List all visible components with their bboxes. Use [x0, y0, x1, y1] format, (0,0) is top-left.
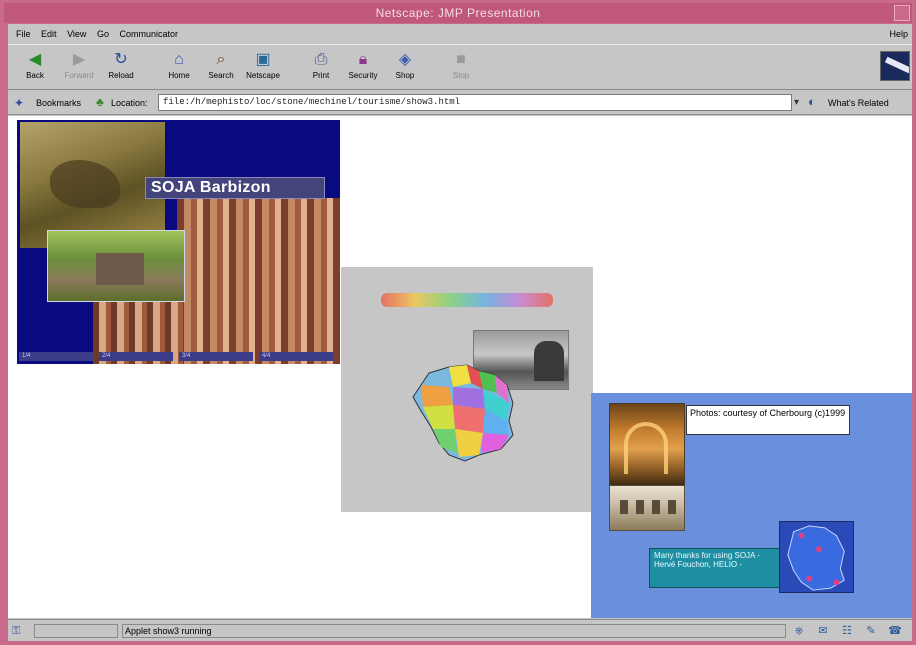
browser-window: Netscape: JMP Presentation File Edit Vie…	[0, 0, 916, 645]
slide-thumbnails: 1/4 2/4 3/4 4/4	[17, 352, 340, 364]
forward-label: Forward	[64, 71, 94, 80]
status-bar: ⚿ Applet show3 running ⎈ ✉ ☷ ✎ ☎	[8, 619, 912, 641]
slide-cherbourg: Photos: courtesy of Cherbourg (c)1999 Ma…	[591, 393, 912, 618]
search-label: Search	[208, 71, 234, 80]
reload-button[interactable]: ↻ Reload	[98, 49, 144, 80]
thumbnail-1[interactable]: 1/4	[19, 352, 93, 361]
location-page-icon[interactable]: ♣	[96, 95, 104, 109]
colorful-header-graphic	[381, 293, 553, 307]
conference-icon[interactable]: ☎	[886, 623, 904, 639]
menu-view[interactable]: View	[67, 24, 86, 44]
netscape-button[interactable]: ▣ Netscape	[240, 49, 286, 80]
stop-button[interactable]: ■ Stop	[438, 49, 484, 80]
print-button[interactable]: ⎙ Print	[298, 49, 344, 80]
back-arrow-icon: ◀	[28, 51, 42, 68]
progress-bar	[34, 624, 118, 638]
window-titlebar[interactable]: Netscape: JMP Presentation	[4, 3, 912, 23]
shop-bag-icon: ◈	[398, 51, 412, 68]
search-icon: ⌕	[216, 51, 226, 68]
shop-label: Shop	[395, 71, 415, 80]
stop-icon: ■	[456, 51, 466, 68]
whats-related-button[interactable]: What's Related	[828, 97, 889, 109]
menu-edit[interactable]: Edit	[41, 24, 57, 44]
location-toolbar: ✦ Bookmarks ♣ Location: file:/h/mephisto…	[8, 91, 912, 115]
slide-title: SOJA Barbizon	[151, 179, 271, 196]
stop-label: Stop	[452, 71, 470, 80]
slide-france-map	[341, 267, 593, 512]
menubar: File Edit View Go Communicator Help	[8, 24, 912, 44]
netscape-throbber-icon[interactable]	[880, 51, 910, 81]
whats-related-icon[interactable]: ◐	[808, 93, 826, 111]
village-house-image	[47, 230, 185, 302]
thumbnail-2[interactable]: 2/4	[99, 352, 173, 361]
navigation-toolbar: ◀ Back ▶ Forward ↻ Reload ⌂ Home ⌕ Searc…	[8, 44, 912, 90]
menu-go[interactable]: Go	[97, 24, 109, 44]
menu-file[interactable]: File	[16, 24, 31, 44]
url-input[interactable]: file:/h/mephisto/loc/stone/mechinel/tour…	[158, 94, 792, 111]
security-label: Security	[348, 71, 378, 80]
home-label: Home	[168, 71, 190, 80]
security-lock-icon: 🔒︎	[358, 51, 368, 68]
netscape-icon: ▣	[255, 51, 271, 68]
thumbnail-4[interactable]: 4/4	[259, 352, 333, 361]
page-content: SOJA Barbizon 1/4 2/4 3/4 4/4 Photos: co…	[8, 116, 912, 618]
security-button[interactable]: 🔒︎ Security	[340, 49, 386, 80]
status-text: Applet show3 running	[122, 624, 786, 638]
netscape-label: Netscape	[246, 71, 280, 80]
menu-help[interactable]: Help	[889, 24, 908, 44]
reload-icon: ↻	[114, 51, 128, 68]
menu-communicator[interactable]: Communicator	[119, 24, 178, 44]
home-icon: ⌂	[174, 51, 184, 68]
forward-button[interactable]: ▶ Forward	[56, 49, 102, 80]
france-regions-map[interactable]	[409, 363, 529, 463]
building-photo	[609, 485, 685, 531]
security-status-icon[interactable]: ⚿	[12, 624, 28, 638]
discussions-icon[interactable]: ☷	[838, 623, 856, 639]
france-cities-map[interactable]	[779, 521, 854, 593]
slide-barbizon: SOJA Barbizon 1/4 2/4 3/4 4/4	[17, 120, 340, 364]
thanks-message: Many thanks for using SOJA - Hervé Fouch…	[649, 548, 783, 588]
arcade-photo	[609, 403, 685, 487]
shop-button[interactable]: ◈ Shop	[382, 49, 428, 80]
mail-icon[interactable]: ✉	[814, 623, 832, 639]
reload-label: Reload	[108, 71, 134, 80]
forward-arrow-icon: ▶	[72, 51, 86, 68]
bookmarks-icon[interactable]: ✦	[14, 96, 32, 110]
composer-icon[interactable]: ✎	[862, 623, 880, 639]
bookmarks-button[interactable]: Bookmarks	[36, 97, 81, 109]
window-close-button[interactable]	[894, 5, 910, 21]
browser-frame: File Edit View Go Communicator Help ◀ Ba…	[8, 24, 912, 641]
component-bar: ⎈ ✉ ☷ ✎ ☎	[788, 623, 910, 639]
print-icon: ⎙	[314, 51, 328, 68]
url-dropdown-icon[interactable]: ▾	[794, 94, 806, 111]
search-button[interactable]: ⌕ Search	[198, 49, 244, 80]
print-label: Print	[312, 71, 330, 80]
home-button[interactable]: ⌂ Home	[156, 49, 202, 80]
thumbnail-3[interactable]: 3/4	[179, 352, 253, 361]
forest-image	[177, 198, 340, 364]
photo-credit: Photos: courtesy of Cherbourg (c)1999	[686, 405, 850, 435]
back-button[interactable]: ◀ Back	[12, 49, 58, 80]
back-label: Back	[26, 71, 44, 80]
navigator-icon[interactable]: ⎈	[790, 623, 808, 639]
location-label: Location:	[111, 98, 148, 108]
window-title: Netscape: JMP Presentation	[375, 6, 541, 20]
